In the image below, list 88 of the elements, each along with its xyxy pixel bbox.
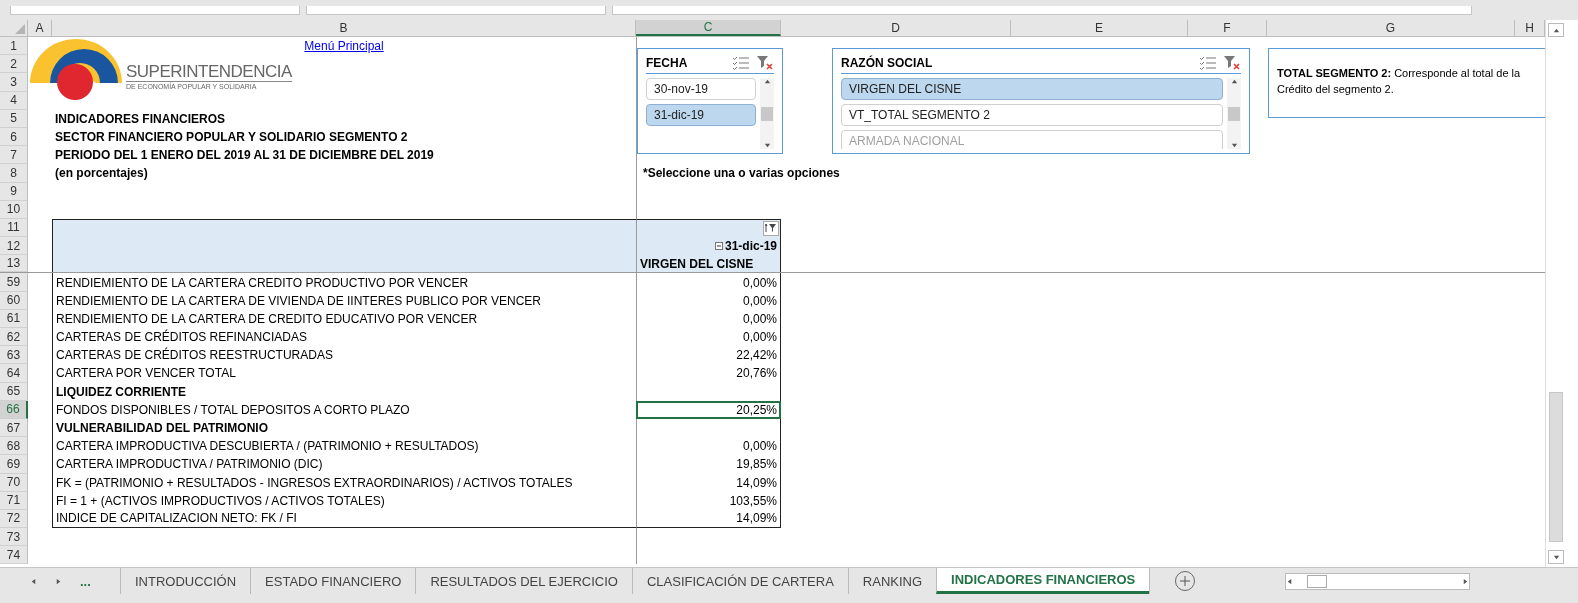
table-cell: 103,55% xyxy=(636,491,781,510)
table-cell: 19,85% xyxy=(636,455,781,474)
report-title: PERIODO DEL 1 ENERO DEL 2019 AL 31 DE DICIEMBRE DEL 2019 xyxy=(55,148,434,163)
table-cell: CARTERA POR VENCER TOTAL xyxy=(52,364,636,383)
table-cell: FONDOS DISPONIBLES / TOTAL DEPOSITOS A CORTO PLAZO xyxy=(52,400,636,419)
table-cell: RENDIEMIENTO DE LA CARTERA CREDITO PRODUCTIVO POR VENCER xyxy=(52,273,636,292)
table-cell: RENDIEMIENTO DE LA CARTERA DE CREDITO EDUCATIVO POR VENCER xyxy=(52,309,636,328)
table-cell: 0,00% xyxy=(636,328,781,347)
slicer-item[interactable]: VIRGEN DEL CISNE xyxy=(841,78,1223,100)
logo-title: SUPERINTENDENCIA xyxy=(126,63,292,81)
table-cell: 14,09% xyxy=(636,509,781,529)
text-box-paragraph: TOTAL SEGMENTO 2: Corresponde al total de la Crédito del segmento 2. xyxy=(1277,66,1522,97)
table-cell: CARTERAS DE CRÉDITOS REFINANCIADAS xyxy=(52,328,636,347)
column-header[interactable]: C xyxy=(636,20,781,36)
more-sheets-button[interactable]: ... xyxy=(80,573,91,589)
row-number[interactable]: 3 xyxy=(0,73,28,92)
row-number[interactable]: 8 xyxy=(0,164,28,183)
scrollbar[interactable] xyxy=(1227,78,1241,149)
plus-icon[interactable] xyxy=(1180,576,1191,586)
row-number[interactable]: 2 xyxy=(0,55,28,74)
scrollbar-thumb[interactable] xyxy=(761,106,773,121)
table-cell: FI = 1 + (ACTIVOS IMPRODUCTIVOS / ACTIVOS TOTALES) xyxy=(52,491,636,510)
next-sheet-icon[interactable] xyxy=(55,577,62,585)
report-title: INDICADORES FINANCIEROS xyxy=(55,111,225,126)
slicer-title: RAZÓN SOCIAL xyxy=(841,55,934,70)
report-title: (en porcentajes) xyxy=(55,166,148,181)
table-cell: RENDIEMIENTO DE LA CARTERA DE VIVIENDA DE IINTERES PUBLICO POR VENCER xyxy=(52,291,636,310)
sheet-tab[interactable]: ESTADO FINANCIERO xyxy=(250,568,416,594)
table-cell: INDICE DE CAPITALIZACION NETO: FK / FI xyxy=(52,509,636,529)
table-cell: CARTERA IMPRODUCTIVA DESCUBIERTA / (PATRIMONIO + RESULTADOS) xyxy=(52,437,636,456)
sheet-tab[interactable]: CLASIFICACIÓN DE CARTERA xyxy=(631,568,848,594)
row-number[interactable]: 69 xyxy=(0,455,28,474)
horizontal-scrollbar[interactable] xyxy=(1285,573,1471,590)
table-cell: 0,00% xyxy=(636,309,781,328)
caret-up-icon[interactable] xyxy=(1230,78,1238,85)
row-number[interactable]: 63 xyxy=(0,346,28,365)
table-cell: 0,00% xyxy=(636,291,781,310)
row-number[interactable]: 73 xyxy=(0,528,28,547)
caret-down-icon[interactable] xyxy=(1552,553,1560,561)
clear-filter-icon[interactable] xyxy=(756,54,774,71)
row-number[interactable]: 59 xyxy=(0,273,28,292)
table-cell: CARTERA IMPRODUCTIVA / PATRIMONIO (DIC) xyxy=(52,455,636,474)
scroll-down-button[interactable] xyxy=(1548,550,1564,564)
multi-select-icon[interactable] xyxy=(1199,55,1217,70)
caret-down-icon[interactable] xyxy=(763,142,771,149)
slicer-item[interactable]: 30-nov-19 xyxy=(646,78,756,100)
row-number[interactable]: 12 xyxy=(0,237,28,256)
scrollbar-thumb[interactable] xyxy=(1549,392,1563,542)
table-cell: 14,09% xyxy=(636,473,781,492)
table-cell: VULNERABILIDAD DEL PATRIMONIO xyxy=(52,418,636,438)
row-number[interactable]: 13 xyxy=(0,255,28,273)
table-cell: FK = (PATRIMONIO + RESULTADOS - INGRESOS EXTRAORDINARIOS) / ACTIVOS TOTALES xyxy=(52,473,636,492)
pivot-column-label[interactable]: 31-dic-19 xyxy=(724,239,777,254)
table-cell: 20,25% xyxy=(636,400,781,419)
collapse-icon[interactable] xyxy=(714,242,723,251)
scroll-up-button[interactable] xyxy=(1548,23,1564,37)
scrollbar[interactable] xyxy=(760,78,774,149)
table-cell: 22,42% xyxy=(636,346,781,365)
row-number[interactable]: 64 xyxy=(0,364,28,383)
multi-select-icon[interactable] xyxy=(732,55,750,70)
caret-left-icon[interactable] xyxy=(1286,578,1294,585)
clear-filter-icon[interactable] xyxy=(1223,54,1241,71)
menu-link[interactable]: Menú Principal xyxy=(304,39,384,54)
previous-sheet-icon[interactable] xyxy=(30,577,37,585)
slicer-item[interactable]: VT_TOTAL SEGMENTO 2 xyxy=(841,104,1223,126)
table-cell: 20,76% xyxy=(636,364,781,383)
sheet-tab[interactable]: INDICADORES FINANCIEROS xyxy=(936,568,1150,594)
sheet-tab[interactable]: RESULTADOS DEL EJERCICIO xyxy=(415,568,632,594)
row-number[interactable]: 68 xyxy=(0,437,28,456)
table-cell: CARTERAS DE CRÉDITOS REESTRUCTURADAS xyxy=(52,346,636,365)
pivot-header-cell: VIRGEN DEL CISNE xyxy=(636,255,781,273)
caret-up-icon[interactable] xyxy=(1552,26,1560,34)
scrollbar-thumb[interactable] xyxy=(1228,106,1240,121)
report-title: SECTOR FINANCIERO POPULAR Y SOLIDARIO SEGMENTO 2 xyxy=(55,130,408,145)
table-cell: LIQUIDEZ CORRIENTE xyxy=(52,382,636,401)
caret-right-icon[interactable] xyxy=(1462,578,1470,585)
table-cell: 0,00% xyxy=(636,437,781,456)
slicer-title: FECHA xyxy=(646,55,689,70)
row-number[interactable]: 7 xyxy=(0,146,28,165)
row-number[interactable]: 62 xyxy=(0,328,28,347)
row-number[interactable]: 74 xyxy=(0,546,28,565)
sheet-tab[interactable]: INTRODUCCIÓN xyxy=(120,568,251,594)
caret-down-icon[interactable] xyxy=(1230,142,1238,149)
row-number[interactable]: 1 xyxy=(0,37,28,56)
instruction-note: *Seleccione una o varias opciones xyxy=(643,166,840,181)
table-cell: 0,00% xyxy=(636,273,781,292)
caret-up-icon[interactable] xyxy=(763,78,771,85)
slicer-item[interactable]: 31-dic-19 xyxy=(646,104,756,126)
